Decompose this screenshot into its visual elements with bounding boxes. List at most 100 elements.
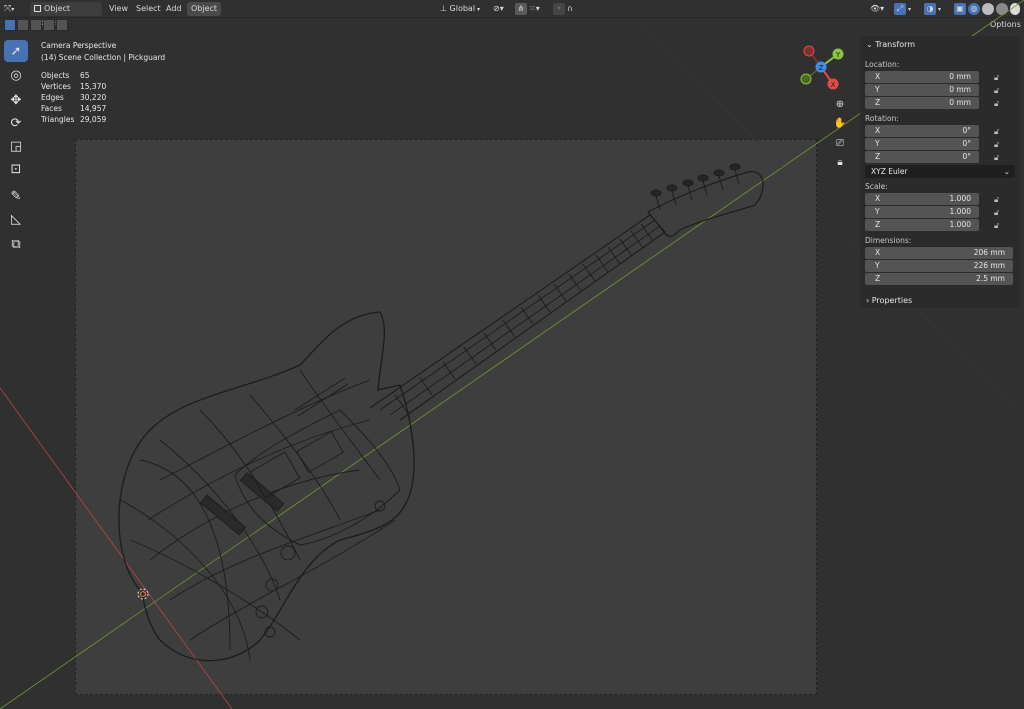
rotation-x-field[interactable]: X 0° (865, 125, 979, 137)
dimension-x-field[interactable]: X 206 mm (865, 247, 1013, 259)
scale-icon: ◲ (9, 138, 23, 154)
xray-icon: ▣ (956, 4, 964, 13)
camera-view-button[interactable]: ⎚ (832, 135, 848, 151)
proportional-edit-toggle[interactable]: ◦ (553, 3, 565, 15)
select-new-button[interactable] (4, 19, 16, 31)
stat-row: Objects 65 (41, 71, 90, 80)
falloff-dropdown[interactable]: ∩ (567, 2, 573, 16)
navigation-gizmo[interactable]: Y X Z (796, 42, 846, 92)
location-y-field[interactable]: Y0 mm (865, 84, 979, 96)
pivot-icon: ⊘▾ (493, 4, 504, 13)
shading-wireframe[interactable]: ◍ (968, 3, 980, 15)
select-invert-button[interactable] (43, 19, 55, 31)
visibility-dropdown[interactable]: 👁▾ (870, 2, 884, 16)
view-name: Camera Perspective (41, 41, 117, 50)
lock-camera-button[interactable]: 🔒︎ (832, 154, 848, 170)
stat-row: Edges 30,220 (41, 93, 107, 102)
dimension-z-field[interactable]: Z 2.5 mm (865, 273, 1013, 285)
measure-tool[interactable]: ◺ (4, 208, 28, 230)
select-box-tool[interactable]: ➚ (4, 40, 28, 62)
overlays-dropdown[interactable]: ▾ (938, 2, 941, 16)
transform-panel-header[interactable]: ⌄ Transform (866, 40, 915, 49)
shading-rendered[interactable] (1010, 3, 1020, 15)
scale-y-field[interactable]: Y 1.000 (865, 206, 979, 218)
location-z-field[interactable]: Z0 mm (865, 97, 979, 109)
mode-dropdown[interactable]: Object Mode▾ (30, 2, 102, 27)
ruler-icon: ◺ (11, 211, 21, 227)
lock-icon[interactable]: 🔓︎ (994, 86, 1004, 95)
object-mode-icon (34, 5, 41, 12)
zoom-button[interactable]: ⊕ (832, 96, 848, 112)
magnet-icon: ⋔ (517, 4, 525, 13)
cursor-icon: ➚ (10, 43, 22, 59)
pan-button[interactable]: ✋ (832, 115, 848, 131)
select-intersect-button[interactable] (56, 19, 68, 31)
location-label: Location: (865, 60, 900, 69)
transform-orientation-dropdown[interactable]: ⊥ Global ▾ (440, 2, 480, 16)
scene-statistics: Objects 65 Vertices 15,370 Edges 30,220 Fac… (41, 70, 106, 125)
scale-tool[interactable]: ◲ (4, 135, 28, 157)
menu-view[interactable]: View (105, 2, 132, 16)
cursor-tool[interactable]: ◎ (4, 64, 28, 86)
chevron-right-icon: › (866, 296, 870, 305)
pencil-icon: ✎ (10, 188, 22, 204)
rotate-icon: ⟳ (10, 115, 22, 131)
properties-panel-header[interactable]: › Properties (866, 296, 912, 305)
viewport-info: Camera Perspective (14) Scene Collection… (41, 40, 165, 64)
move-icon: ✥ (10, 92, 22, 108)
orientation-label: Global (449, 4, 476, 13)
shading-material[interactable] (996, 3, 1008, 15)
crosshair-icon: ◎ (10, 67, 22, 83)
lock-icon[interactable]: 🔓︎ (994, 140, 1004, 149)
select-extend-button[interactable] (17, 19, 29, 31)
options-dropdown[interactable]: Options (990, 18, 1021, 32)
svg-text:Y: Y (835, 51, 841, 59)
snap-target-dropdown[interactable]: ⁙▾ (529, 2, 540, 16)
lock-icon[interactable]: 🔓︎ (994, 127, 1004, 136)
chevron-down-icon: ⌄ (1003, 167, 1010, 176)
menu-object[interactable]: Object (187, 2, 222, 16)
overlays-toggle[interactable]: ◑ (924, 3, 936, 15)
menu-select[interactable]: Select (132, 2, 165, 16)
location-x-field[interactable]: X0 mm (865, 71, 979, 83)
transform-tool[interactable]: ⊡ (4, 158, 28, 180)
gizmo-dropdown[interactable]: ▾ (908, 2, 911, 16)
lock-icon[interactable]: 🔓︎ (994, 99, 1004, 108)
editor-type-button[interactable]: ⤧▾ (4, 2, 24, 16)
collection-line: (14) Scene Collection | Pickguard (41, 53, 166, 62)
scale-z-field[interactable]: Z 1.000 (865, 219, 979, 231)
select-mode-bar (0, 18, 860, 34)
lock-icon[interactable]: 🔓︎ (994, 73, 1004, 82)
select-subtract-button[interactable] (30, 19, 42, 31)
pivot-dropdown[interactable]: ⊘▾ (493, 2, 504, 16)
rotation-label: Rotation: (865, 114, 899, 123)
dimension-y-field[interactable]: Y 226 mm (865, 260, 1013, 272)
rotate-tool[interactable]: ⟳ (4, 112, 28, 134)
rotation-y-field[interactable]: Y 0° (865, 138, 979, 150)
wireframe-sphere-icon: ◍ (970, 4, 978, 13)
stat-row: Triangles 29,059 (41, 115, 107, 124)
scale-label: Scale: (865, 182, 888, 191)
dimensions-label: Dimensions: (865, 236, 912, 245)
rotation-mode-value: XYZ Euler (871, 167, 908, 176)
shading-solid[interactable] (982, 3, 994, 15)
hand-icon: ✋ (833, 117, 847, 129)
snap-toggle[interactable]: ⋔ (515, 3, 527, 15)
scale-x-field[interactable]: X 1.000 (865, 193, 979, 205)
lock-icon[interactable]: 🔓︎ (994, 221, 1004, 230)
falloff-icon: ∩ (567, 4, 573, 13)
xray-toggle[interactable]: ▣ (954, 3, 966, 15)
lock-icon[interactable]: 🔓︎ (994, 153, 1004, 162)
move-tool[interactable]: ✥ (4, 89, 28, 111)
properties-title: Properties (871, 296, 913, 305)
annotate-tool[interactable]: ✎ (4, 185, 28, 207)
lock-icon[interactable]: 🔓︎ (994, 208, 1004, 217)
menu-add[interactable]: Add (162, 2, 186, 16)
add-cube-tool[interactable]: ⧉ (4, 233, 28, 255)
gizmo-toggle[interactable]: ⤢ (894, 3, 906, 15)
eye-icon: 👁▾ (870, 4, 885, 13)
lock-icon[interactable]: 🔓︎ (994, 195, 1004, 204)
rotation-mode-dropdown[interactable]: XYZ Euler ⌄ (865, 165, 1015, 178)
rotation-z-field[interactable]: Z 0° (865, 151, 979, 163)
lock-icon: 🔒︎ (837, 156, 843, 168)
